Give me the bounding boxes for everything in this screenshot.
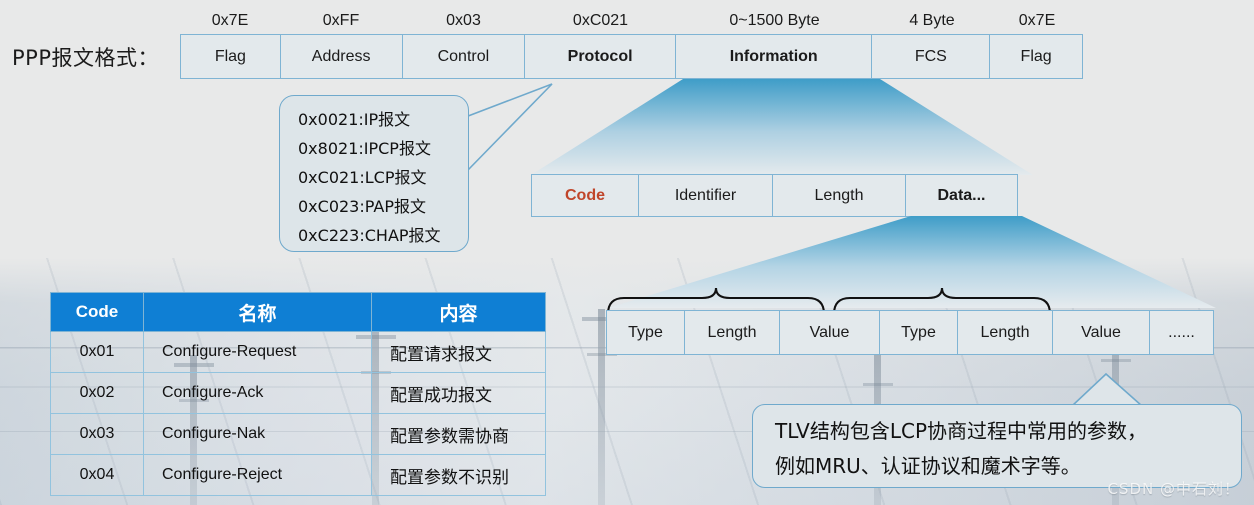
protocol-value-line-3: 0xC023:PAP报文 [298,197,426,216]
tlv-field-type-3: Type [880,311,958,354]
information-expand-funnel [521,79,1033,175]
tlv-note-line-0: TLV结构包含LCP协商过程中常用的参数， [775,419,1148,443]
protocol-value-line-1: 0x8021:IPCP报文 [298,139,431,158]
lcp-packet-row: Code Identifier Length Data... [531,174,1018,217]
table-cell-desc-1: 配置成功报文 [371,372,546,414]
ppp-field-address-1: Address [280,35,403,78]
table-row: 0x01 Configure-Request 配置请求报文 [50,331,546,373]
table-row: 0x03 Configure-Nak 配置参数需协商 [50,413,546,455]
table-cell-code-2: 0x03 [50,413,144,455]
lcp-field-length: Length [773,175,906,216]
table-cell-desc-3: 配置参数不识别 [371,454,546,496]
table-cell-name-1: Configure-Ack [143,372,372,414]
ppp-field-size-0: 0x7E [211,12,249,29]
ppp-field-size-4: 0~1500 Byte [729,12,820,29]
ppp-field-size-2: 0x03 [446,12,481,29]
table-row: 0x02 Configure-Ack 配置成功报文 [50,372,546,414]
protocol-value-line-2: 0xC021:LCP报文 [298,168,427,187]
csdn-watermark: CSDN @中石刘！ [1107,480,1240,498]
tlv-description-callout: TLV结构包含LCP协商过程中常用的参数， 例如MRU、认证协议和魔术字等。 [752,404,1242,488]
tlv-field--6: ...... [1150,311,1213,354]
lcp-field-identifier: Identifier [639,175,773,216]
protocol-value-line-4: 0xC223:CHAP报文 [298,226,441,245]
tlv-field-value-5: Value [1053,311,1150,354]
tlv-field-length-4: Length [958,311,1053,354]
ppp-field-size-1: 0xFF [322,12,360,29]
photo-pylon [582,309,622,505]
table-header-cell-2: 内容 [371,292,546,332]
ppp-frame-row: Flag Address Control Protocol Information FCS… [180,34,1083,79]
ppp-format-label: PPP报文格式： [12,46,159,70]
ppp-size-labels: 0x7E 0xFF 0x03 0xC021 0~1500 Byte 4 Byte 0x7E [180,10,1083,32]
ppp-field-size-3: 0xC021 [572,12,629,29]
table-header-cell-1: 名称 [143,292,372,332]
ppp-field-fcs-5: FCS [872,35,991,78]
tlv-row: Type Length Value Type Length Value...... [606,310,1214,355]
tlv-field-value-2: Value [780,311,880,354]
table-cell-desc-0: 配置请求报文 [371,331,546,373]
lcp-field-data: Data... [906,175,1017,216]
tlv-note-callout-tail [1071,372,1144,407]
table-cell-name-3: Configure-Reject [143,454,372,496]
tlv-field-length-1: Length [685,311,780,354]
ppp-field-flag-0: Flag [181,35,281,78]
tlv-field-type-0: Type [607,311,685,354]
table-cell-code-1: 0x02 [50,372,144,414]
ppp-field-size-6: 0x7E [1018,12,1056,29]
protocol-values-callout: 0x0021:IP报文 0x8021:IPCP报文 0xC021:LCP报文 0xC0… [279,95,469,252]
table-cell-code-0: 0x01 [50,331,144,373]
ppp-field-protocol-3: Protocol [525,35,676,78]
table-cell-desc-2: 配置参数需协商 [371,413,546,455]
table-header-cell-0: Code [50,292,144,332]
ppp-field-control-2: Control [402,35,526,78]
table-row: 0x04 Configure-Reject 配置参数不识别 [50,454,546,496]
slide-canvas: PPP报文格式： 0x7E 0xFF 0x03 0xC021 0~1500 Byte 4 … [0,0,1254,505]
table-cell-name-2: Configure-Nak [143,413,372,455]
table-body: 0x01 Configure-Request 配置请求报文 0x02 Configure… [50,331,546,496]
ppp-field-information-4: Information [675,35,873,78]
protocol-value-line-0: 0x0021:IP报文 [298,110,411,129]
lcp-field-code: Code [532,175,639,216]
table-cell-name-0: Configure-Request [143,331,372,373]
table-cell-code-3: 0x04 [50,454,144,496]
table-header-row: Code 名称 内容 [50,292,546,332]
lcp-code-table: Code 名称 内容 0x01 Configure-Request 配置请求报文 0x02… [50,292,546,496]
ppp-field-size-5: 4 Byte [909,12,955,29]
ppp-field-flag-6: Flag [990,35,1083,78]
